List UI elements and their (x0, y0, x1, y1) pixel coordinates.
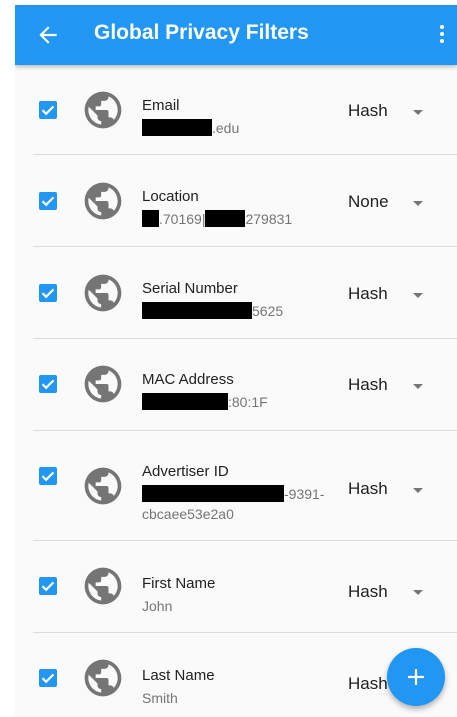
redaction-bar (142, 119, 212, 136)
check-icon (41, 288, 55, 299)
check-icon (41, 196, 55, 207)
filter-value: John (142, 598, 173, 614)
filter-value: :80:1F (142, 392, 268, 412)
mode-select-value[interactable]: Hash (348, 479, 388, 499)
mode-select-value[interactable]: Hash (348, 284, 388, 304)
globe-icon (84, 182, 122, 220)
mode-select-value[interactable]: Hash (348, 582, 388, 602)
filter-label: Email (142, 97, 180, 114)
dropdown-arrow-icon[interactable] (413, 201, 423, 206)
redaction-bar (142, 302, 252, 319)
globe-icon (84, 659, 122, 697)
checkbox-checked[interactable] (39, 192, 57, 210)
filter-label: Location (142, 188, 199, 205)
globe-icon (84, 567, 122, 605)
checkbox-checked[interactable] (39, 577, 57, 595)
dropdown-arrow-icon[interactable] (413, 293, 423, 298)
redaction-bar (142, 393, 228, 410)
filter-row-mac-address: MAC Address :80:1F Hash (15, 339, 457, 431)
page-title: Global Privacy Filters (94, 21, 309, 44)
filter-label: MAC Address (142, 371, 234, 388)
filter-value: .edu (142, 118, 239, 138)
globe-icon (84, 365, 122, 403)
filter-row-advertiser-id: Advertiser ID -9391- cbcaee53e2a0 Hash (15, 431, 457, 541)
redaction-bar (142, 485, 284, 502)
mode-select-value[interactable]: Hash (348, 674, 388, 694)
more-vert-icon[interactable] (437, 23, 447, 47)
filter-row-location: Location .70169| 279831 None (15, 155, 457, 247)
add-icon (408, 669, 424, 685)
globe-icon (84, 91, 122, 129)
check-icon (41, 471, 55, 482)
mode-select-value[interactable]: Hash (348, 375, 388, 395)
filter-label: First Name (142, 575, 216, 592)
filter-label: Advertiser ID (142, 463, 229, 480)
filter-row-email: Email .edu Hash (15, 65, 457, 155)
filter-value: Smith (142, 690, 178, 706)
dropdown-arrow-icon[interactable] (413, 488, 423, 493)
mode-select-value[interactable]: Hash (348, 101, 388, 121)
filter-label: Serial Number (142, 280, 238, 297)
check-icon (41, 105, 55, 116)
check-icon (41, 581, 55, 592)
checkbox-checked[interactable] (39, 101, 57, 119)
filter-row-serial-number: Serial Number 5625 Hash (15, 247, 457, 339)
redaction-bar (205, 210, 246, 227)
check-icon (41, 673, 55, 684)
mode-select-value[interactable]: None (348, 192, 389, 212)
dropdown-arrow-icon[interactable] (413, 384, 423, 389)
filter-value: .70169| 279831 (142, 209, 292, 229)
dropdown-arrow-icon[interactable] (413, 590, 423, 595)
app-bar: Global Privacy Filters (15, 5, 457, 65)
add-filter-fab[interactable] (387, 648, 445, 706)
filter-row-first-name: First Name John Hash (15, 541, 457, 633)
checkbox-checked[interactable] (39, 467, 57, 485)
arrow-back-icon[interactable] (35, 22, 61, 48)
checkbox-checked[interactable] (39, 375, 57, 393)
filter-value: -9391- cbcaee53e2a0 (142, 485, 325, 522)
dropdown-arrow-icon[interactable] (413, 110, 423, 115)
filter-value: 5625 (142, 301, 283, 321)
checkbox-checked[interactable] (39, 284, 57, 302)
filter-label: Last Name (142, 667, 215, 684)
checkbox-checked[interactable] (39, 669, 57, 687)
app-screen: Global Privacy Filters Email .edu Hash L… (15, 5, 457, 717)
globe-icon (84, 467, 122, 505)
globe-icon (84, 274, 122, 312)
check-icon (41, 379, 55, 390)
redaction-bar (142, 210, 159, 227)
